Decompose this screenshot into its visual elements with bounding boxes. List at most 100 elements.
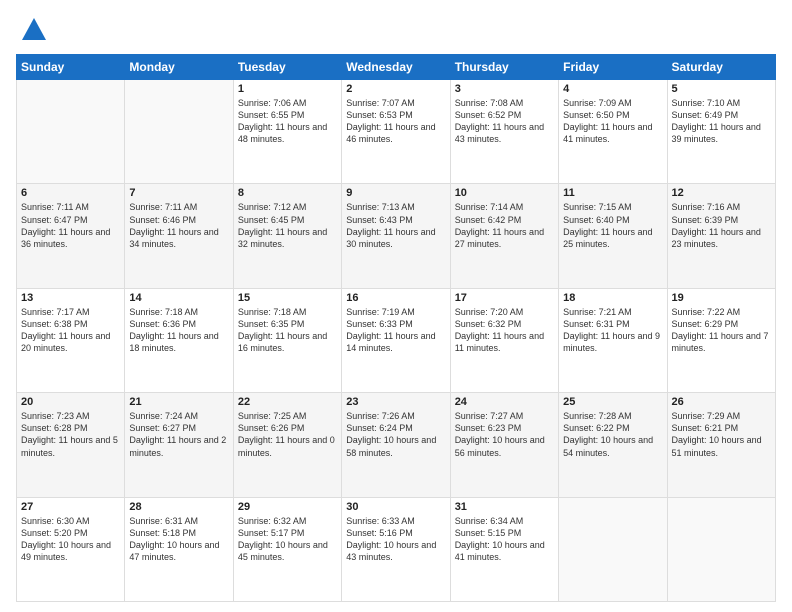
calendar-week-4: 27 Sunrise: 6:30 AM Sunset: 5:20 PM Dayli… (17, 497, 776, 601)
day-info: Sunrise: 7:20 AM Sunset: 6:32 PM Dayligh… (455, 306, 554, 355)
day-info: Sunrise: 7:13 AM Sunset: 6:43 PM Dayligh… (346, 201, 445, 250)
calendar-week-3: 20Sunrise: 7:23 AM Sunset: 6:28 PM Dayli… (17, 393, 776, 497)
day-info: Sunrise: 7:28 AM Sunset: 6:22 PM Dayligh… (563, 410, 662, 459)
calendar-cell: 20Sunrise: 7:23 AM Sunset: 6:28 PM Dayli… (17, 393, 125, 497)
calendar-cell: 21 Sunrise: 7:24 AM Sunset: 6:27 PM Dayli… (125, 393, 233, 497)
calendar-cell: 5 Sunrise: 7:10 AM Sunset: 6:49 PM Daylig… (667, 80, 775, 184)
day-info: Sunrise: 6:34 AM Sunset: 5:15 PM Dayligh… (455, 515, 554, 564)
day-number: 12 (672, 187, 771, 199)
header (16, 16, 776, 44)
day-info: Sunrise: 7:18 AM Sunset: 6:36 PM Dayligh… (129, 306, 228, 355)
calendar-cell: 31 Sunrise: 6:34 AM Sunset: 5:15 PM Dayli… (450, 497, 558, 601)
calendar-cell: 28Sunrise: 6:31 AM Sunset: 5:18 PM Dayli… (125, 497, 233, 601)
day-number: 2 (346, 83, 445, 95)
calendar-cell: 30 Sunrise: 6:33 AM Sunset: 5:16 PM Dayli… (342, 497, 450, 601)
calendar-dow-sunday: Sunday (17, 55, 125, 80)
calendar-cell (125, 80, 233, 184)
calendar-cell: 1 Sunrise: 7:06 AM Sunset: 6:55 PM Daylig… (233, 80, 341, 184)
calendar-cell: 9 Sunrise: 7:13 AM Sunset: 6:43 PM Daylig… (342, 184, 450, 288)
day-info: Sunrise: 7:06 AM Sunset: 6:55 PM Dayligh… (238, 97, 337, 146)
calendar-dow-wednesday: Wednesday (342, 55, 450, 80)
calendar-cell: 3 Sunrise: 7:08 AM Sunset: 6:52 PM Daylig… (450, 80, 558, 184)
day-info: Sunrise: 6:33 AM Sunset: 5:16 PM Dayligh… (346, 515, 445, 564)
day-info: Sunrise: 7:21 AM Sunset: 6:31 PM Dayligh… (563, 306, 662, 355)
day-number: 26 (672, 396, 771, 408)
day-info: Sunrise: 7:22 AM Sunset: 6:29 PM Dayligh… (672, 306, 771, 355)
day-info: Sunrise: 7:25 AM Sunset: 6:26 PM Dayligh… (238, 410, 337, 459)
day-info: Sunrise: 7:10 AM Sunset: 6:49 PM Dayligh… (672, 97, 771, 146)
calendar-cell: 18 Sunrise: 7:21 AM Sunset: 6:31 PM Dayli… (559, 288, 667, 392)
calendar-cell: 10 Sunrise: 7:14 AM Sunset: 6:42 PM Dayli… (450, 184, 558, 288)
day-number: 16 (346, 292, 445, 304)
calendar-cell: 17 Sunrise: 7:20 AM Sunset: 6:32 PM Dayli… (450, 288, 558, 392)
day-info: Sunrise: 7:17 AM Sunset: 6:38 PM Dayligh… (21, 306, 120, 355)
calendar-cell: 14 Sunrise: 7:18 AM Sunset: 6:36 PM Dayli… (125, 288, 233, 392)
day-number: 29 (238, 501, 337, 513)
calendar-header-row: SundayMondayTuesdayWednesdayThursdayFrid… (17, 55, 776, 80)
calendar-cell: 12 Sunrise: 7:16 AM Sunset: 6:39 PM Dayli… (667, 184, 775, 288)
calendar-dow-thursday: Thursday (450, 55, 558, 80)
day-number: 23 (346, 396, 445, 408)
day-info: Sunrise: 7:09 AM Sunset: 6:50 PM Dayligh… (563, 97, 662, 146)
day-info: Sunrise: 7:11 AM Sunset: 6:47 PM Dayligh… (21, 201, 120, 250)
day-info: Sunrise: 7:26 AM Sunset: 6:24 PM Dayligh… (346, 410, 445, 459)
day-number: 5 (672, 83, 771, 95)
day-number: 20 (21, 396, 120, 408)
logo-icon (20, 16, 48, 44)
calendar-cell: 25 Sunrise: 7:28 AM Sunset: 6:22 PM Dayli… (559, 393, 667, 497)
day-number: 30 (346, 501, 445, 513)
calendar-dow-saturday: Saturday (667, 55, 775, 80)
day-info: Sunrise: 7:19 AM Sunset: 6:33 PM Dayligh… (346, 306, 445, 355)
day-number: 31 (455, 501, 554, 513)
day-number: 24 (455, 396, 554, 408)
day-info: Sunrise: 7:27 AM Sunset: 6:23 PM Dayligh… (455, 410, 554, 459)
calendar-cell: 4 Sunrise: 7:09 AM Sunset: 6:50 PM Daylig… (559, 80, 667, 184)
calendar-cell: 26 Sunrise: 7:29 AM Sunset: 6:21 PM Dayli… (667, 393, 775, 497)
calendar-cell: 22Sunrise: 7:25 AM Sunset: 6:26 PM Dayli… (233, 393, 341, 497)
calendar-dow-friday: Friday (559, 55, 667, 80)
day-number: 27 (21, 501, 120, 513)
calendar-cell: 24 Sunrise: 7:27 AM Sunset: 6:23 PM Dayli… (450, 393, 558, 497)
day-info: Sunrise: 7:18 AM Sunset: 6:35 PM Dayligh… (238, 306, 337, 355)
day-number: 14 (129, 292, 228, 304)
calendar-cell: 23 Sunrise: 7:26 AM Sunset: 6:24 PM Dayli… (342, 393, 450, 497)
day-number: 4 (563, 83, 662, 95)
day-number: 10 (455, 187, 554, 199)
day-number: 8 (238, 187, 337, 199)
day-number: 15 (238, 292, 337, 304)
day-info: Sunrise: 7:08 AM Sunset: 6:52 PM Dayligh… (455, 97, 554, 146)
calendar-cell: 16 Sunrise: 7:19 AM Sunset: 6:33 PM Dayli… (342, 288, 450, 392)
day-number: 6 (21, 187, 120, 199)
calendar-cell: 29Sunrise: 6:32 AM Sunset: 5:17 PM Dayli… (233, 497, 341, 601)
day-number: 21 (129, 396, 228, 408)
day-info: Sunrise: 7:16 AM Sunset: 6:39 PM Dayligh… (672, 201, 771, 250)
calendar-cell: 19Sunrise: 7:22 AM Sunset: 6:29 PM Dayli… (667, 288, 775, 392)
day-number: 9 (346, 187, 445, 199)
calendar-cell: 2 Sunrise: 7:07 AM Sunset: 6:53 PM Daylig… (342, 80, 450, 184)
calendar-cell (559, 497, 667, 601)
calendar-cell: 6 Sunrise: 7:11 AM Sunset: 6:47 PM Daylig… (17, 184, 125, 288)
day-info: Sunrise: 7:29 AM Sunset: 6:21 PM Dayligh… (672, 410, 771, 459)
day-number: 7 (129, 187, 228, 199)
calendar-week-2: 13 Sunrise: 7:17 AM Sunset: 6:38 PM Dayli… (17, 288, 776, 392)
day-number: 3 (455, 83, 554, 95)
day-number: 25 (563, 396, 662, 408)
day-number: 28 (129, 501, 228, 513)
day-number: 17 (455, 292, 554, 304)
calendar-week-0: 1 Sunrise: 7:06 AM Sunset: 6:55 PM Daylig… (17, 80, 776, 184)
page: SundayMondayTuesdayWednesdayThursdayFrid… (0, 0, 792, 612)
day-number: 1 (238, 83, 337, 95)
day-number: 18 (563, 292, 662, 304)
calendar-cell: 8Sunrise: 7:12 AM Sunset: 6:45 PM Daylig… (233, 184, 341, 288)
calendar-week-1: 6 Sunrise: 7:11 AM Sunset: 6:47 PM Daylig… (17, 184, 776, 288)
day-info: Sunrise: 6:30 AM Sunset: 5:20 PM Dayligh… (21, 515, 120, 564)
day-number: 11 (563, 187, 662, 199)
calendar-cell: 13 Sunrise: 7:17 AM Sunset: 6:38 PM Dayli… (17, 288, 125, 392)
day-number: 13 (21, 292, 120, 304)
day-info: Sunrise: 7:24 AM Sunset: 6:27 PM Dayligh… (129, 410, 228, 459)
day-info: Sunrise: 7:14 AM Sunset: 6:42 PM Dayligh… (455, 201, 554, 250)
day-info: Sunrise: 7:07 AM Sunset: 6:53 PM Dayligh… (346, 97, 445, 146)
day-info: Sunrise: 7:15 AM Sunset: 6:40 PM Dayligh… (563, 201, 662, 250)
calendar-cell (667, 497, 775, 601)
day-info: Sunrise: 7:11 AM Sunset: 6:46 PM Dayligh… (129, 201, 228, 250)
